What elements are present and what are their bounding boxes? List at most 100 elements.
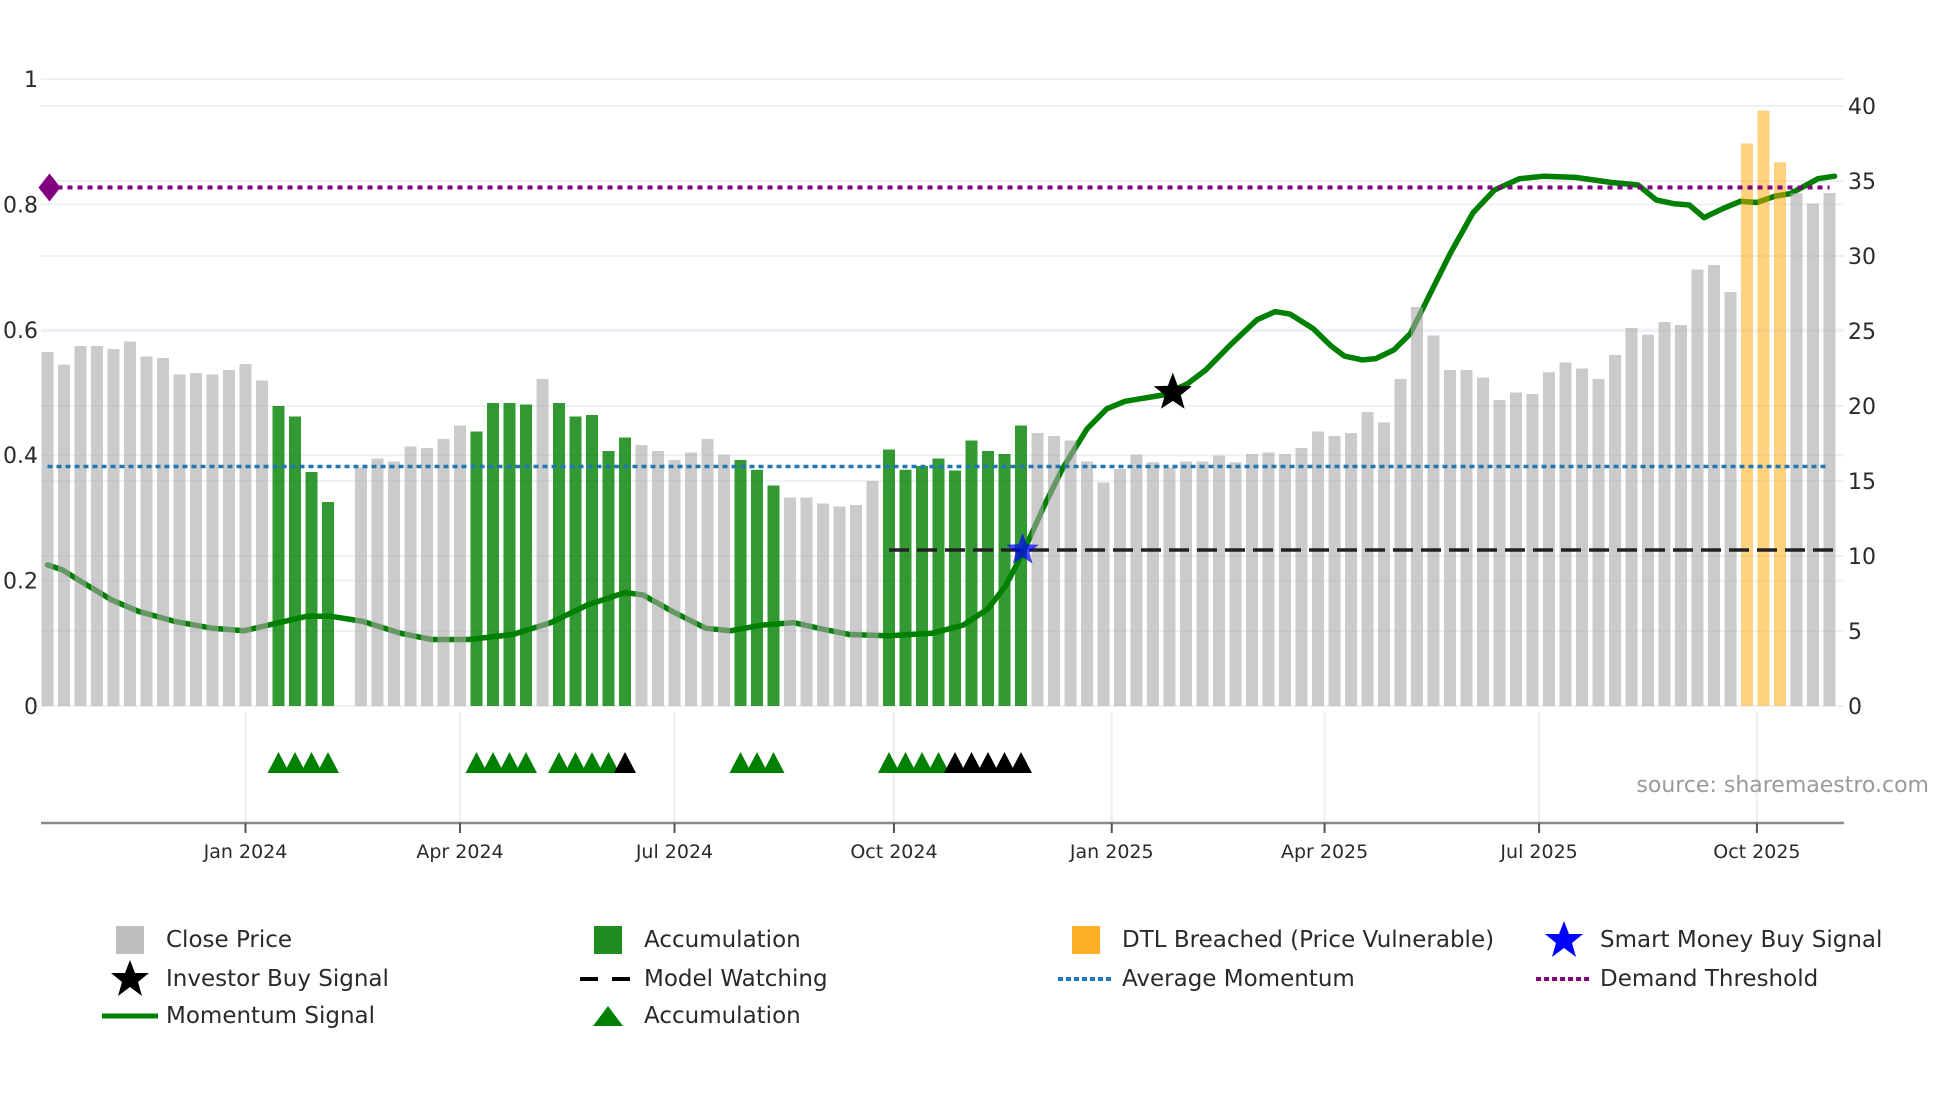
close-price-bar [1427, 335, 1440, 706]
close-price-bar [388, 461, 400, 706]
accumulation-bar [932, 458, 945, 706]
accumulation-bar [998, 454, 1011, 706]
close-price-bar [41, 352, 54, 706]
dtl-breached-bar [1757, 110, 1770, 706]
close-price-bar [1345, 433, 1357, 706]
close-price-bar [1114, 469, 1126, 706]
accumulation-bar [553, 403, 565, 706]
close-price-bar [1493, 400, 1506, 706]
close-price-bar [256, 380, 268, 706]
watching-triangle-icon [1010, 752, 1032, 773]
close-price-bar [685, 452, 697, 706]
accumulation-bar [916, 466, 928, 706]
investor-buy-signal-star-icon [1153, 372, 1192, 409]
close-price-bar [1097, 482, 1110, 706]
right-axis-tick-label: 40 [1848, 95, 1876, 120]
close-price-bar [1592, 379, 1605, 706]
close-price-bar [718, 454, 730, 706]
close-price-bar [701, 439, 714, 706]
close-price-bar [1147, 462, 1159, 706]
close-price-bar [1807, 203, 1819, 706]
close-price-bar [437, 439, 450, 706]
source-label: source: sharemaestro.com [1636, 773, 1929, 798]
close-price-bar [1477, 377, 1489, 706]
close-price-bar [1444, 370, 1456, 706]
x-tick-label: Jan 2024 [203, 841, 288, 863]
right-axis-tick-label: 10 [1848, 545, 1876, 570]
close-price-bar [1460, 370, 1473, 706]
close-price-bar [1196, 461, 1209, 706]
right-axis-tick-label: 25 [1848, 320, 1876, 345]
close-price-bar [355, 467, 367, 706]
right-axis-tick-label: 35 [1848, 170, 1876, 195]
close-price-bar [1691, 269, 1704, 706]
x-tick-label: Oct 2025 [1713, 841, 1800, 863]
accumulation-bar [619, 437, 631, 706]
close-price-bar [635, 445, 648, 706]
close-price-bar [1823, 193, 1836, 706]
dtl-breached-bar [1774, 162, 1786, 706]
left-axis-tick-label: 0.2 [3, 570, 38, 595]
x-tick-label: Oct 2024 [850, 841, 937, 863]
right-axis-tick-label: 0 [1848, 695, 1862, 720]
close-price-bar [1559, 362, 1572, 706]
close-price-bar [536, 379, 549, 706]
close-price-bar [1328, 436, 1341, 706]
close-price-bar [1312, 431, 1324, 706]
close-price-bar [1064, 440, 1077, 706]
accumulation-triangle-icon [317, 752, 339, 773]
close-price-bar [1394, 379, 1407, 706]
accumulation-bar [487, 403, 499, 706]
x-tick-label: Jul 2024 [635, 841, 713, 863]
close-price-bar [1642, 334, 1654, 706]
momentum-chart: Jan 2024 Apr 2024 Jul 2024 Oct 2024 Jan 2025… [3, 68, 1929, 863]
accumulation-bar [982, 451, 994, 706]
close-price-bar [1229, 462, 1242, 706]
close-price-bar [817, 503, 829, 706]
close-price-bar [833, 506, 846, 706]
accumulation-bar [767, 485, 780, 706]
close-price-bar [1279, 454, 1291, 706]
close-price-bar [107, 349, 120, 706]
close-price-bar [1295, 448, 1308, 706]
close-price-bar [1246, 454, 1258, 706]
left-axis-tick-label: 0.8 [3, 193, 38, 218]
close-price-bar [1724, 292, 1737, 706]
close-price-bar [206, 374, 219, 706]
close-price-bar [1609, 355, 1621, 706]
close-price-bar [1708, 265, 1720, 706]
left-axis-tick-label: 0 [24, 695, 38, 720]
close-price-bar [58, 364, 70, 706]
close-price-bar [866, 481, 879, 706]
accumulation-bar [586, 415, 598, 706]
accumulation-bar [569, 416, 582, 706]
x-tick-label: Jul 2025 [1499, 841, 1577, 863]
close-price-bar [190, 373, 202, 706]
accumulation-bar [734, 460, 747, 706]
close-price-bar [74, 346, 87, 706]
close-price-bar [1031, 433, 1044, 706]
accumulation-bar [520, 404, 532, 706]
close-price-bar [157, 358, 169, 706]
left-axis-tick-label: 0.6 [3, 319, 38, 344]
close-price-bar [850, 505, 862, 706]
accumulation-bar [949, 470, 961, 706]
close-price-bar [1081, 461, 1093, 706]
accumulation-bar [289, 416, 301, 706]
accumulation-bar [883, 449, 895, 706]
accumulation-bar [470, 431, 483, 706]
close-price-bar [1790, 193, 1803, 706]
right-axis-tick-label: 30 [1848, 245, 1876, 270]
close-price-bar [404, 446, 417, 706]
x-tick-label: Apr 2024 [416, 841, 503, 863]
demand-threshold-diamond-icon [38, 173, 61, 202]
close-price-bar [421, 448, 433, 706]
close-price-bar [173, 374, 186, 706]
close-price-bar [1625, 328, 1638, 706]
close-price-bar [1411, 307, 1423, 706]
close-price-bar [1180, 461, 1192, 706]
right-axis-tick-label: 5 [1848, 620, 1862, 645]
accumulation-triangle-icon [762, 752, 785, 773]
close-price-bar [140, 356, 153, 706]
close-price-bar [1262, 452, 1275, 706]
